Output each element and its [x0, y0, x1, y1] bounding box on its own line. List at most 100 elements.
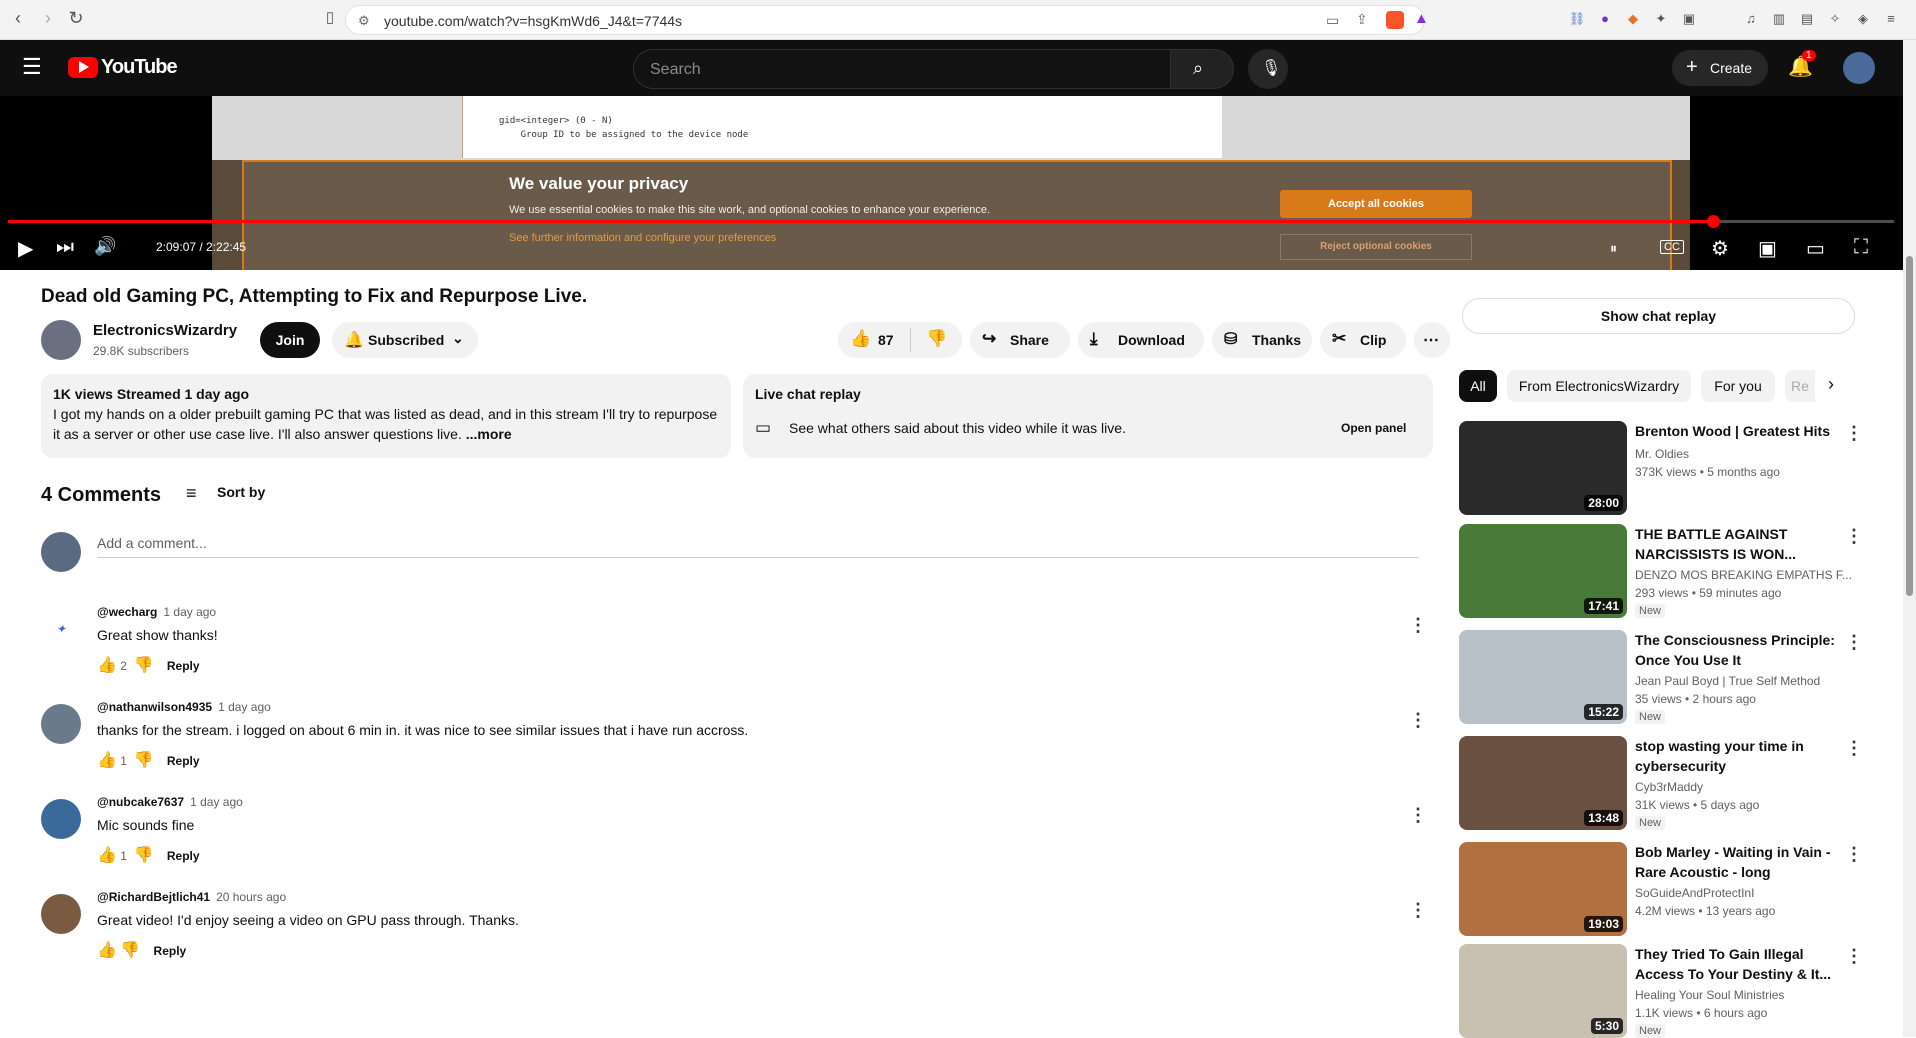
comment-menu-icon[interactable]: ⋮ [1409, 805, 1427, 826]
download-button[interactable]: ⤓ Download [1078, 322, 1204, 358]
next-icon[interactable]: ⏭ [56, 236, 74, 259]
search-button[interactable]: ⌕ [1170, 49, 1234, 89]
commenter-avatar[interactable] [41, 799, 81, 839]
search-input[interactable]: Search [633, 49, 1171, 89]
show-chat-replay-button[interactable]: Show chat replay [1462, 298, 1855, 334]
recommended-video[interactable]: 17:41 THE BATTLE AGAINST NARCISSISTS IS … [1459, 524, 1863, 620]
video-title[interactable]: Brenton Wood | Greatest Hits [1635, 421, 1835, 441]
theater-mode-icon[interactable]: ▭ [1806, 236, 1825, 261]
vpn-icon[interactable]: ◈ [1854, 10, 1872, 28]
video-channel[interactable]: Healing Your Soul Ministries [1635, 988, 1784, 1002]
dislike-icon[interactable]: 👎 [134, 657, 154, 674]
like-icon[interactable]: 👍 [97, 752, 117, 769]
video-thumbnail[interactable]: 17:41 [1459, 524, 1627, 618]
brave-rewards-icon[interactable]: ▲ [1414, 10, 1429, 27]
music-icon[interactable]: ♫ [1742, 10, 1760, 28]
sidebar-icon[interactable]: ▥ [1770, 10, 1788, 28]
leo-icon[interactable]: ✧ [1826, 10, 1844, 28]
dislike-icon[interactable]: 👎 [120, 942, 140, 959]
sort-icon[interactable]: ≡ [186, 483, 197, 504]
comment-author[interactable]: @wecharg [97, 605, 157, 619]
video-thumbnail[interactable]: 13:48 [1459, 736, 1627, 830]
chevron-right-icon[interactable]: › [1828, 374, 1834, 395]
miniplayer-icon[interactable]: ▣ [1758, 236, 1777, 261]
puzzle-icon[interactable]: ✦ [1652, 10, 1670, 28]
youtube-logo-icon[interactable] [68, 57, 98, 78]
video-thumbnail[interactable]: 5:30 [1459, 944, 1627, 1038]
recommended-video[interactable]: 15:22 The Consciousness Principle: Once … [1459, 630, 1863, 726]
scrollbar-thumb[interactable] [1906, 256, 1913, 596]
autoplay-toggle[interactable]: ⏸ [1610, 240, 1617, 257]
dislike-icon[interactable]: 👎 [926, 329, 947, 349]
join-button[interactable]: Join [260, 322, 320, 358]
create-button[interactable]: + Create [1672, 50, 1768, 86]
comment-menu-icon[interactable]: ⋮ [1409, 900, 1427, 921]
subscribed-button[interactable]: 🔔 Subscribed ⌄ [332, 322, 478, 358]
chip-related[interactable]: Re [1785, 370, 1815, 402]
video-channel[interactable]: Mr. Oldies [1635, 447, 1689, 461]
channel-name[interactable]: ElectronicsWizardry [93, 322, 237, 339]
account-avatar[interactable] [1843, 52, 1875, 84]
dislike-icon[interactable]: 👎 [134, 752, 154, 769]
voice-search-button[interactable]: 🎙 [1248, 49, 1288, 89]
wallet-icon[interactable]: ▤ [1798, 10, 1816, 28]
comment-author[interactable]: @RichardBejtlich41 [97, 890, 210, 904]
brave-shield-icon[interactable] [1386, 11, 1404, 29]
like-icon[interactable]: 👍 [850, 329, 871, 349]
video-thumbnail[interactable]: 28:00 [1459, 421, 1627, 515]
bookmark-icon[interactable]: ▯ [318, 8, 342, 26]
volume-icon[interactable]: 🔊 [94, 236, 116, 257]
video-menu-icon[interactable]: ⋮ [1845, 844, 1863, 865]
sort-by-button[interactable]: Sort by [217, 484, 265, 500]
show-more-link[interactable]: ...more [466, 426, 512, 442]
like-icon[interactable]: 👍 [97, 942, 117, 959]
video-menu-icon[interactable]: ⋮ [1845, 946, 1863, 967]
description-box[interactable]: 1K views Streamed 1 day ago I got my han… [41, 374, 731, 458]
comment-time[interactable]: 20 hours ago [216, 890, 286, 904]
reply-button[interactable]: Reply [167, 659, 200, 673]
add-comment-input[interactable]: Add a comment... [97, 535, 207, 551]
chip-from-channel[interactable]: From ElectronicsWizardry [1507, 370, 1691, 402]
address-bar[interactable]: ⚙ youtube.com/watch?v=hsgKmWd6_J4&t=7744… [345, 5, 1429, 35]
video-channel[interactable]: SoGuideAndProtectInI [1635, 886, 1754, 900]
play-icon[interactable]: ▶ [18, 236, 33, 261]
dislike-icon[interactable]: 👎 [134, 847, 154, 864]
share-button[interactable]: ↪ Share [970, 322, 1070, 358]
comment-menu-icon[interactable]: ⋮ [1409, 615, 1427, 636]
commenter-avatar[interactable] [41, 704, 81, 744]
cast-icon[interactable]: ▭ [1326, 12, 1339, 29]
share-page-icon[interactable]: ⇪ [1356, 11, 1368, 28]
video-player[interactable]: gid=<integer> (0 - N) Group ID to be ass… [0, 96, 1903, 270]
page-scrollbar[interactable] [1903, 40, 1916, 1037]
comment-author[interactable]: @nathanwilson4935 [97, 700, 212, 714]
like-icon[interactable]: 👍 [97, 847, 117, 864]
site-info-icon[interactable]: ⚙ [358, 13, 370, 29]
video-channel[interactable]: DENZO MOS BREAKING EMPATHS F... [1635, 568, 1852, 582]
chip-for-you[interactable]: For you [1701, 370, 1775, 402]
fullscreen-icon[interactable]: ⛶ [1854, 236, 1868, 259]
video-channel[interactable]: Cyb3rMaddy [1635, 780, 1703, 794]
forward-icon[interactable]: › [36, 8, 60, 29]
recommended-video[interactable]: 19:03 Bob Marley - Waiting in Vain - Rar… [1459, 842, 1863, 938]
video-title[interactable]: The Consciousness Principle: Once You Us… [1635, 630, 1835, 670]
recommended-video[interactable]: 28:00 Brenton Wood | Greatest Hits Mr. O… [1459, 421, 1863, 517]
video-channel[interactable]: Jean Paul Boyd | True Self Method [1635, 674, 1820, 688]
clip-button[interactable]: ✂ Clip [1320, 322, 1406, 358]
open-panel-button[interactable]: Open panel [1331, 414, 1416, 442]
back-icon[interactable]: ‹ [6, 8, 30, 29]
comment-time[interactable]: 1 day ago [190, 795, 243, 809]
captions-icon[interactable]: CC [1660, 240, 1684, 254]
progress-bar[interactable] [8, 215, 1894, 228]
commenter-avatar[interactable]: ✦ [41, 609, 81, 649]
commenter-avatar[interactable] [41, 894, 81, 934]
recommended-video[interactable]: 5:30 They Tried To Gain Illegal Access T… [1459, 944, 1863, 1038]
comment-menu-icon[interactable]: ⋮ [1409, 710, 1427, 731]
youtube-logo-text[interactable]: YouTube [101, 56, 178, 79]
like-icon[interactable]: 👍 [97, 657, 117, 674]
video-thumbnail[interactable]: 15:22 [1459, 630, 1627, 724]
reply-button[interactable]: Reply [167, 754, 200, 768]
menu-icon[interactable]: ≡ [1882, 10, 1900, 28]
video-title[interactable]: Bob Marley - Waiting in Vain - Rare Acou… [1635, 842, 1835, 882]
link-extension-icon[interactable]: ⛓ [1568, 10, 1586, 28]
video-title[interactable]: They Tried To Gain Illegal Access To You… [1635, 944, 1835, 984]
